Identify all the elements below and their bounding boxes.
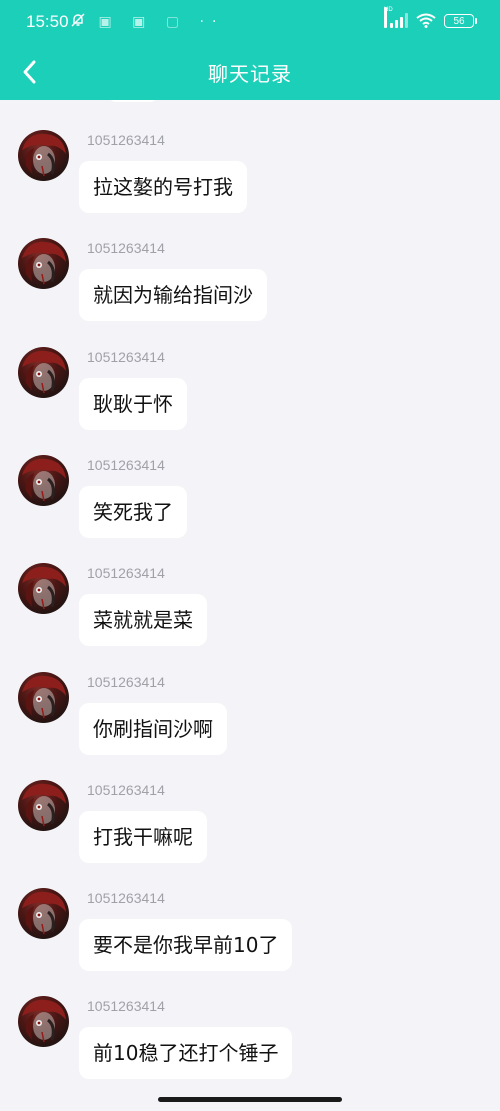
sender-name: 1051263414 — [87, 132, 165, 148]
message-row: 1051263414 打我干嘛呢 — [0, 750, 500, 863]
home-indicator[interactable] — [158, 1097, 342, 1102]
avatar[interactable] — [18, 130, 69, 181]
message-row: 1051263414 你刷指间沙啊 — [0, 642, 500, 755]
message-row: 1051263414 前10稳了还打个锤子 — [0, 966, 500, 1080]
message-row: 1051263414 耿耿于怀 — [0, 317, 500, 430]
notification-icon: ▣ — [98, 14, 120, 30]
avatar[interactable] — [18, 779, 69, 831]
page-title: 聊天记录 — [208, 62, 292, 86]
avatar[interactable] — [18, 996, 69, 1048]
notification-icon: ▢ — [165, 14, 188, 30]
more-dots-icon: ·· — [199, 14, 225, 30]
avatar[interactable] — [18, 563, 69, 615]
bell-off-icon — [70, 13, 98, 30]
avatar[interactable] — [18, 454, 69, 506]
status-right: HD 56 — [384, 7, 477, 28]
status-bar: 15:50 ▣ ▣ ▢ ·· HD 56 — [0, 0, 500, 46]
sender-name: 1051263414 — [87, 240, 165, 257]
message-row: 1051263414 拉这嫯的号打我 — [0, 100, 500, 213]
message-bubble[interactable]: 耿耿于怀 — [79, 377, 187, 430]
message-row: 1051263414 笑死我了 — [0, 425, 500, 538]
message-row: 1051263414 就因为输给指间沙 — [0, 208, 500, 322]
chat-history-list[interactable]: 1051263414 拉这嫯的号打我 1051263414 就因为输给指间沙 10512… — [0, 100, 500, 1090]
message-bubble[interactable]: 菜就就是菜 — [79, 594, 207, 647]
avatar[interactable] — [18, 346, 69, 398]
message-bubble[interactable]: 笑死我了 — [79, 485, 187, 538]
sender-name: 1051263414 — [87, 348, 165, 365]
notification-icon: ▣ — [132, 14, 154, 30]
message-bubble[interactable]: 前10稳了还打个锤子 — [79, 1027, 293, 1080]
sender-name: 1051263414 — [87, 890, 165, 907]
notification-icons: ▣ ▣ ▢ ·· — [70, 12, 224, 30]
signal-icon: HD — [384, 7, 408, 28]
message-row: 1051263414 菜就就是菜 — [0, 533, 500, 647]
avatar[interactable] — [18, 888, 69, 940]
message-bubble[interactable]: 就因为输给指间沙 — [79, 269, 267, 322]
message-bubble[interactable]: 拉这嫯的号打我 — [79, 161, 247, 213]
sender-name: 1051263414 — [87, 456, 165, 473]
message-bubble[interactable]: 要不是你我早前10了 — [79, 919, 293, 972]
message-bubble[interactable]: 打我干嘛呢 — [79, 810, 207, 863]
navigation-bar: 聊天记录 — [0, 46, 500, 100]
battery-indicator: 56 — [444, 13, 477, 28]
sender-name: 1051263414 — [87, 673, 165, 690]
sender-name: 1051263414 — [87, 781, 165, 798]
header-bar: 15:50 ▣ ▣ ▢ ·· HD 56 聊天记录 — [0, 0, 500, 100]
message-bubble[interactable]: 你刷指间沙啊 — [79, 702, 227, 755]
wifi-icon — [416, 13, 436, 28]
avatar[interactable] — [18, 671, 69, 723]
message-row: 1051263414 要不是你我早前10了 — [0, 858, 500, 972]
sender-name: 1051263414 — [87, 998, 165, 1015]
avatar[interactable] — [18, 238, 69, 290]
status-time: 15:50 — [26, 12, 69, 31]
network-label: HD — [384, 7, 393, 28]
sender-name: 1051263414 — [87, 565, 165, 582]
